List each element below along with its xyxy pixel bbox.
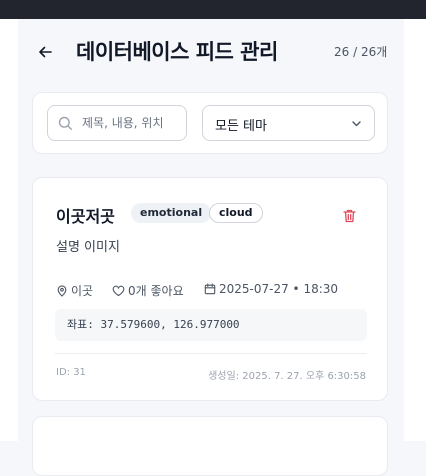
feed-count: 26 / 26개 (334, 45, 388, 59)
feed-coordinates: 좌표: 37.579600, 126.977000 (55, 309, 367, 341)
left-gutter (0, 19, 18, 441)
feed-title: 이곳저곳 (56, 207, 115, 226)
feed-created-date: 생성일: 2025. 7. 27. 오후 6:30:58 (208, 371, 366, 382)
heart-icon (112, 285, 125, 296)
arrow-left-icon (39, 46, 52, 58)
feed-date-text: 2025-07-27 • 18:30 (219, 282, 339, 296)
page-header: 데이터베이스 피드 관리 26 / 26개 (18, 19, 404, 85)
map-pin-icon (57, 284, 67, 297)
top-bar (0, 0, 426, 19)
feed-location-text: 이곳 (71, 284, 94, 298)
like-button[interactable]: 0개 좋아요 (112, 282, 184, 299)
feed-card (32, 416, 388, 476)
feed-likes-text: 0개 좋아요 (128, 284, 184, 298)
tag-badge: cloud (209, 203, 263, 223)
trash-icon (342, 209, 356, 223)
chevron-down-icon (352, 121, 361, 127)
search-input[interactable] (82, 106, 182, 140)
feed-id: ID: 31 (56, 367, 86, 378)
theme-select-value: 모든 테마 (215, 119, 267, 134)
search-box (47, 105, 187, 141)
divider (55, 353, 367, 354)
delete-button[interactable] (339, 206, 359, 226)
filter-panel: 모든 테마 (32, 92, 388, 154)
search-icon (58, 116, 72, 130)
theme-select[interactable]: 모든 테마 (202, 105, 375, 141)
calendar-icon (204, 283, 216, 295)
page-title: 데이터베이스 피드 관리 (76, 40, 278, 64)
feed-description: 설명 이미지 (56, 240, 120, 255)
feed-date: 2025-07-27 • 18:30 (204, 282, 338, 296)
back-button[interactable] (32, 39, 58, 65)
tag-badge: emotional (131, 203, 212, 223)
feed-card: 이곳저곳 emotional cloud 설명 이미지 이곳 0개 좋아요 20… (32, 177, 388, 401)
right-gutter (404, 19, 426, 441)
feed-location: 이곳 (56, 282, 93, 299)
